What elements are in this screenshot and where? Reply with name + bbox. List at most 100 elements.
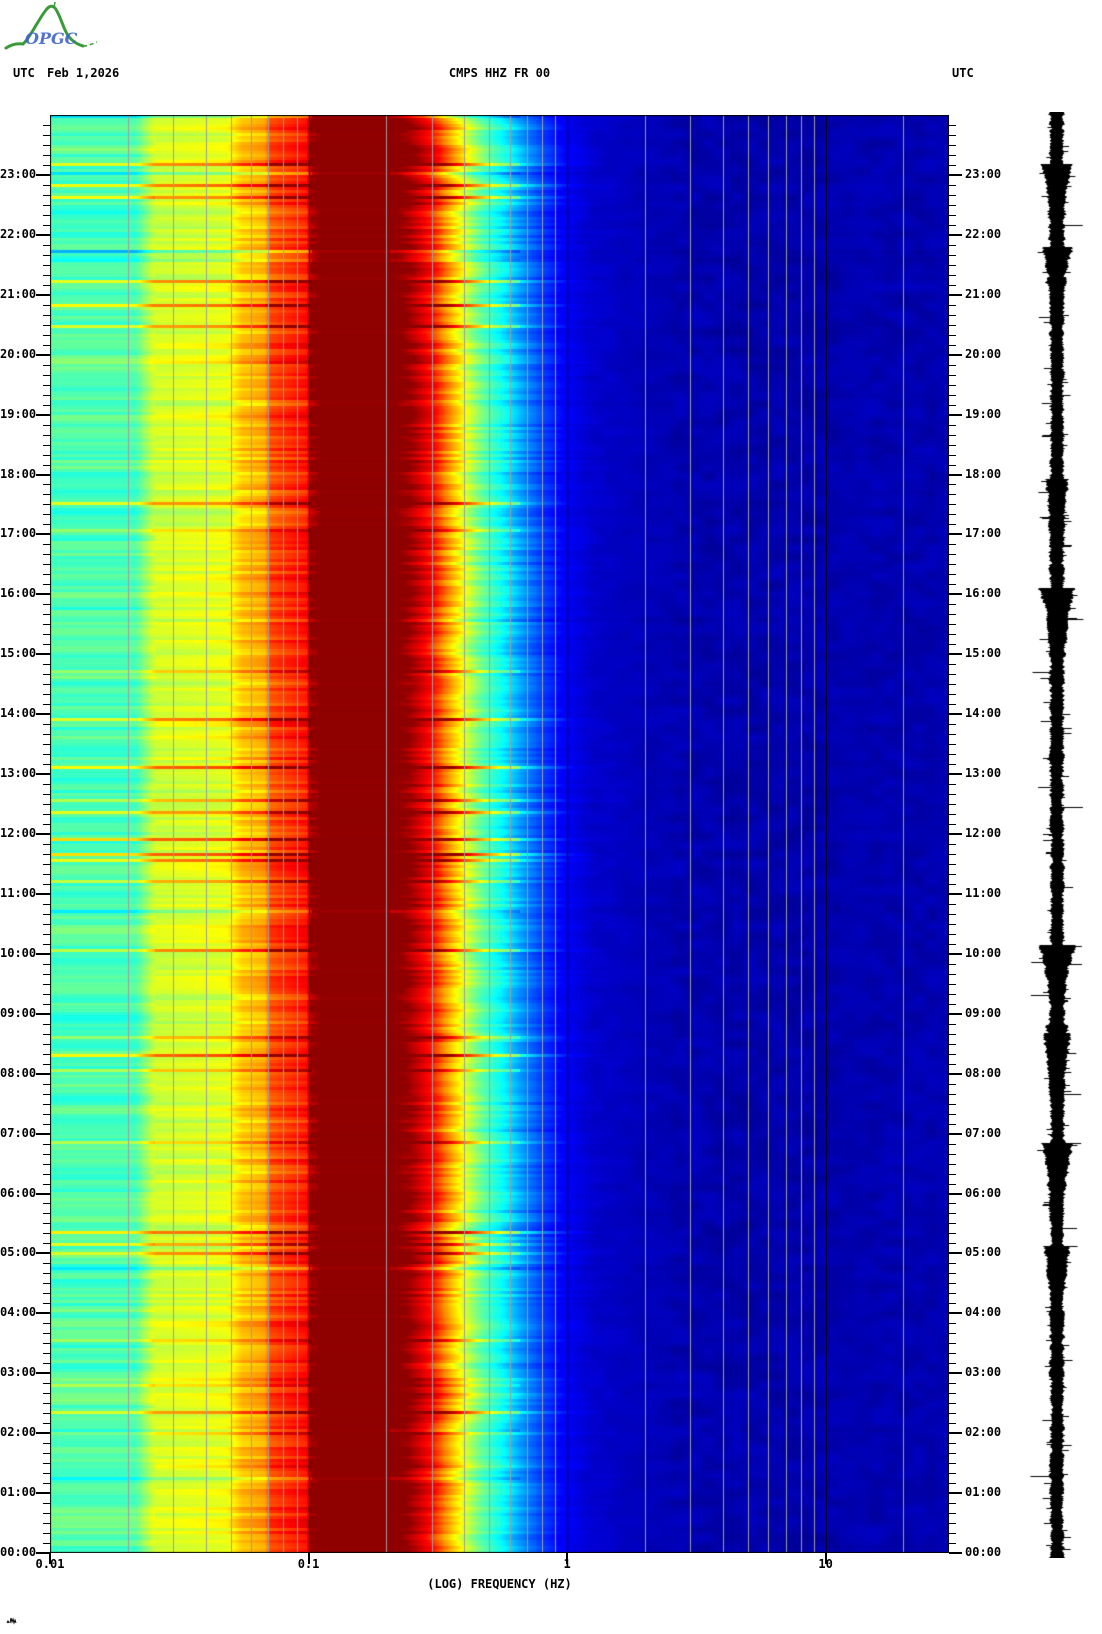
minor-tick-right — [949, 664, 956, 666]
minor-tick-left — [43, 704, 50, 706]
minor-tick-right — [949, 754, 956, 756]
hour-tick-left — [36, 952, 50, 955]
hour-tick-right — [949, 533, 962, 536]
minor-tick-right — [949, 1183, 956, 1185]
minor-tick-right — [949, 214, 956, 216]
minor-tick-left — [43, 404, 50, 406]
minor-tick-left — [43, 374, 50, 376]
minor-tick-left — [43, 574, 50, 576]
minor-tick-right — [949, 1303, 956, 1305]
minor-tick-left — [43, 1443, 50, 1445]
minor-tick-left — [43, 274, 50, 276]
minor-tick-right — [949, 524, 956, 526]
minor-tick-left — [43, 314, 50, 316]
minor-tick-left — [43, 674, 50, 676]
minor-tick-right — [949, 1273, 956, 1275]
minor-tick-left — [43, 1483, 50, 1485]
minor-tick-left — [43, 1323, 50, 1325]
minor-tick-right — [949, 1063, 956, 1065]
hour-tick-left — [36, 293, 50, 296]
minor-tick-left — [43, 873, 50, 875]
minor-tick-right — [949, 614, 956, 616]
minor-tick-left — [43, 804, 50, 806]
minor-tick-right — [949, 324, 956, 326]
minor-tick-left — [43, 1103, 50, 1105]
minor-tick-right — [949, 1263, 956, 1265]
minor-tick-right — [949, 1543, 956, 1544]
minor-tick-right — [949, 1523, 956, 1525]
hour-label-left: 15:00 — [0, 646, 37, 661]
minor-tick-right — [949, 1113, 956, 1115]
minor-tick-left — [43, 454, 50, 456]
hour-tick-right — [949, 1072, 962, 1075]
x-tick-label: 10 — [818, 1557, 833, 1571]
minor-tick-left — [43, 903, 50, 905]
hour-tick-left — [36, 413, 50, 416]
minor-tick-left — [43, 973, 50, 975]
minor-tick-left — [43, 1033, 50, 1035]
x-tick-label: 0.01 — [35, 1557, 65, 1571]
minor-tick-left — [43, 1083, 50, 1085]
minor-tick-left — [43, 1023, 50, 1025]
minor-tick-right — [949, 674, 956, 676]
minor-tick-right — [949, 394, 956, 396]
minor-tick-left — [43, 304, 50, 306]
minor-tick-left — [43, 853, 50, 855]
minor-tick-left — [43, 164, 50, 166]
minor-tick-left — [43, 1233, 50, 1235]
hour-tick-left — [36, 1312, 50, 1315]
minor-tick-left — [43, 923, 50, 925]
minor-tick-right — [949, 184, 956, 186]
minor-tick-left — [43, 1113, 50, 1115]
hour-label-left: 09:00 — [0, 1005, 37, 1020]
minor-tick-right — [949, 1103, 956, 1105]
minor-tick-right — [949, 903, 956, 905]
minor-tick-right — [949, 194, 956, 196]
minor-tick-right — [949, 1413, 956, 1415]
minor-tick-left — [43, 144, 50, 146]
minor-tick-left — [43, 694, 50, 696]
minor-tick-right — [949, 863, 956, 865]
minor-tick-right — [949, 544, 956, 546]
minor-tick-left — [43, 1053, 50, 1055]
minor-tick-left — [43, 524, 50, 526]
hour-label-left: 20:00 — [0, 346, 37, 361]
minor-tick-right — [949, 943, 956, 945]
minor-tick-left — [43, 814, 50, 816]
minor-tick-right — [949, 1143, 956, 1145]
minor-tick-right — [949, 1383, 956, 1385]
minor-tick-right — [949, 724, 956, 726]
minor-tick-right — [949, 1023, 956, 1025]
hour-tick-right — [949, 353, 962, 356]
minor-tick-right — [949, 514, 956, 516]
minor-tick-right — [949, 1163, 956, 1165]
minor-tick-left — [43, 364, 50, 366]
minor-tick-left — [43, 554, 50, 556]
minor-tick-left — [43, 1123, 50, 1125]
minor-tick-right — [949, 1043, 956, 1045]
minor-tick-left — [43, 434, 50, 436]
minor-tick-right — [949, 853, 956, 855]
minor-tick-left — [43, 1283, 50, 1285]
minor-tick-left — [43, 204, 50, 206]
minor-tick-left — [43, 724, 50, 726]
hour-tick-left — [36, 833, 50, 835]
minor-tick-right — [949, 1393, 956, 1395]
hour-tick-right — [949, 1492, 962, 1495]
utc-label-left: UTC — [13, 66, 35, 80]
minor-tick-right — [949, 554, 956, 556]
hour-label-right: 23:00 — [965, 166, 1002, 181]
hour-label-right: 20:00 — [965, 346, 1002, 361]
minor-tick-left — [43, 1453, 50, 1455]
minor-tick-left — [43, 154, 50, 156]
minor-tick-right — [949, 384, 956, 386]
hour-label-left: 13:00 — [0, 766, 37, 781]
minor-tick-left — [43, 644, 50, 646]
minor-tick-left — [43, 1093, 50, 1095]
minor-tick-left — [43, 624, 50, 626]
minor-tick-right — [949, 254, 956, 256]
minor-tick-left — [43, 444, 50, 446]
hour-tick-left — [36, 1492, 50, 1495]
hour-label-right: 12:00 — [965, 826, 1002, 840]
minor-tick-right — [949, 993, 956, 995]
